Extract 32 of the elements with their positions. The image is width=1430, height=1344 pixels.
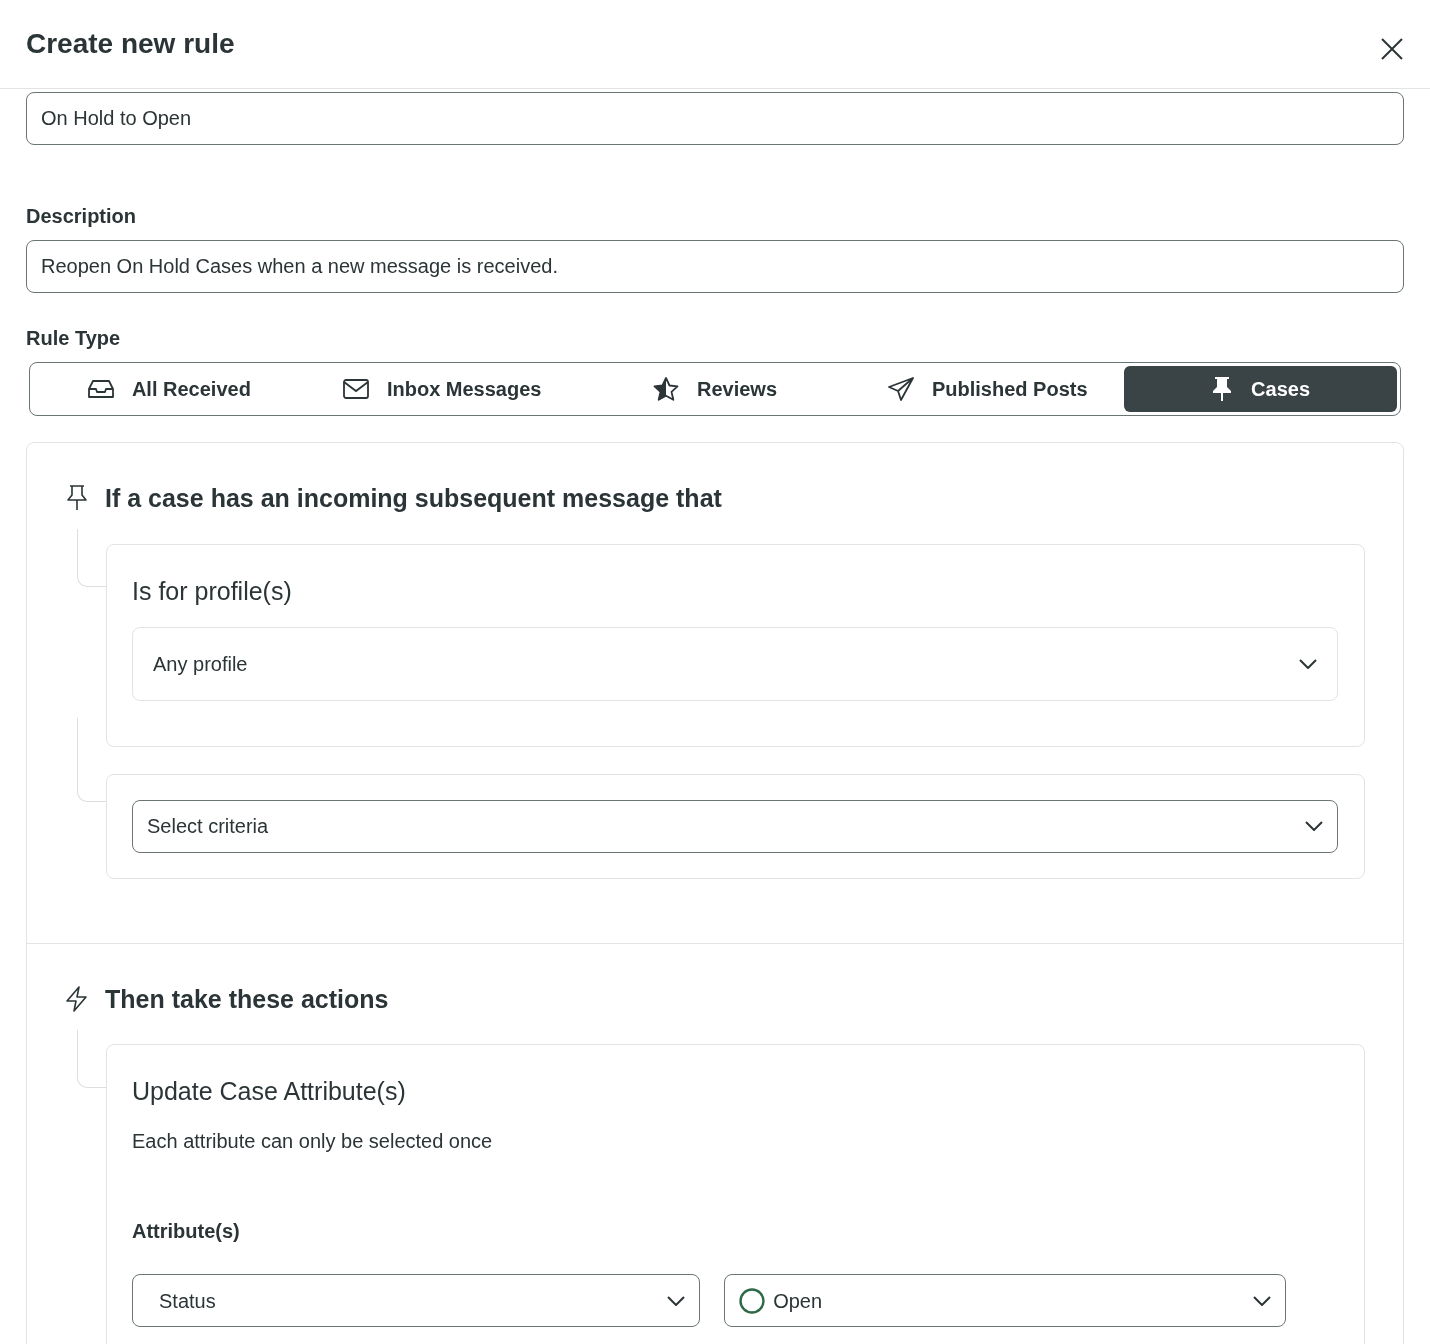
profile-select[interactable]: Any profile: [132, 626, 1338, 701]
rule-type-label: Rule Type: [26, 326, 122, 351]
attributes-label: Attribute(s): [132, 1219, 241, 1244]
rule-type-tab[interactable]: Inbox Messages: [305, 366, 579, 412]
actions-heading: Then take these actions: [105, 983, 389, 1014]
envelope-icon: [342, 379, 369, 399]
window-title: Create new rule: [26, 27, 235, 61]
rule-type-tab[interactable]: All Received: [33, 366, 306, 412]
rule-type-tab[interactable]: Published Posts: [851, 366, 1125, 412]
card-title: Update Case Attribute(s): [132, 1075, 407, 1107]
chevron-down-icon: [667, 1295, 686, 1306]
inbox-tray-icon: [87, 379, 114, 399]
criteria-select[interactable]: Select criteria: [132, 799, 1338, 853]
description-label: Description: [26, 204, 138, 229]
chevron-down-icon: [1253, 1295, 1271, 1306]
pin-icon: [1211, 376, 1234, 402]
card-note: Each attribute can only be selected once: [132, 1129, 494, 1154]
rule-name-field[interactable]: On Hold to Open: [26, 92, 1404, 145]
value-select[interactable]: Open: [724, 1274, 1286, 1327]
rule-type-tab[interactable]: Reviews: [578, 366, 852, 412]
star-icon: [652, 377, 679, 401]
condition-heading: If a case has an incoming subsequent message that: [105, 483, 722, 513]
card-title: Is for profile(s): [132, 576, 293, 607]
lightning-icon: [65, 985, 89, 1012]
rule-type-tab[interactable]: Cases: [1124, 366, 1397, 412]
circle-icon: [739, 1287, 766, 1314]
description-field[interactable]: Reopen On Hold Cases when a new message is received.: [26, 240, 1404, 293]
chevron-down-icon: [1299, 658, 1317, 669]
pin-icon: [65, 485, 89, 511]
chevron-down-icon: [1305, 821, 1323, 831]
paper-plane-icon: [888, 377, 914, 401]
attribute-select[interactable]: Status: [132, 1274, 701, 1327]
